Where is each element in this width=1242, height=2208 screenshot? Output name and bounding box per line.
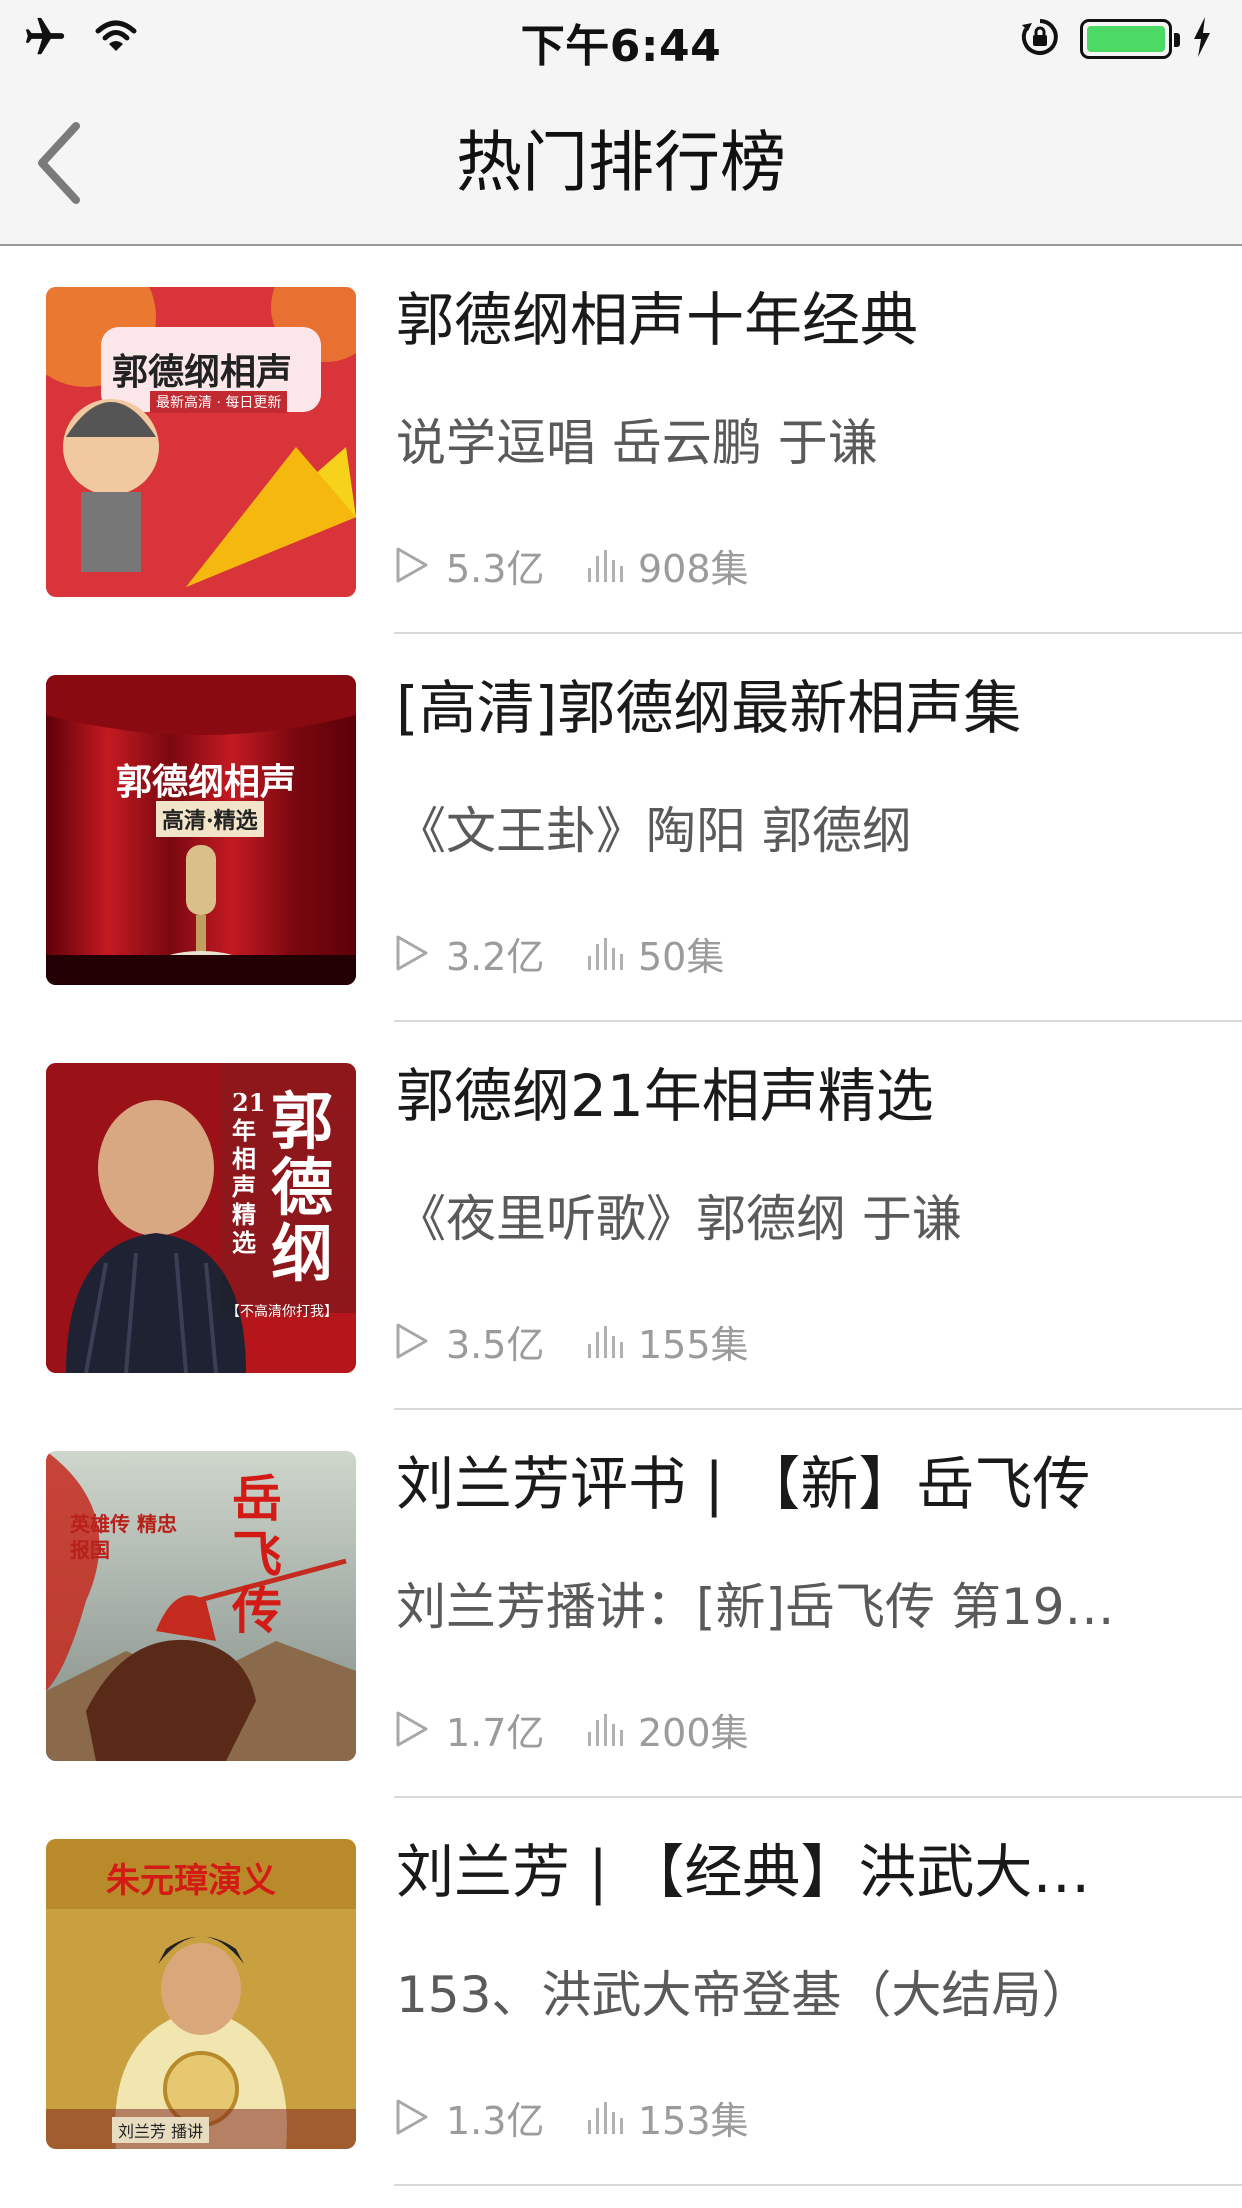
navigation-bar: 热门排行榜 bbox=[0, 80, 1242, 246]
cover-image: 郭德纲 21年相声精选 【不高清你打我】 bbox=[46, 1063, 356, 1373]
play-count: 1.7亿 bbox=[446, 1710, 545, 1755]
cover-image: 郭德纲相声 高清·精选 bbox=[46, 675, 356, 985]
item-meta: 3.5亿 155集 bbox=[394, 1316, 749, 1367]
item-title: 郭德纲相声十年经典 bbox=[396, 286, 919, 354]
episodes-icon bbox=[586, 1322, 626, 1360]
play-icon bbox=[394, 1322, 430, 1360]
list-item[interactable]: 朱元璋演义 刘兰芳 播讲 刘兰芳 | 【经典】洪武大… 153、洪武大帝登基（大… bbox=[0, 1798, 1242, 2186]
item-title: 刘兰芳评书 | 【新】岳飞传 bbox=[396, 1450, 1091, 1518]
episode-count: 50集 bbox=[638, 934, 725, 979]
status-bar: 下午6:44 bbox=[0, 0, 1242, 80]
episode-count: 153集 bbox=[638, 2098, 749, 2143]
episode-count: 200集 bbox=[638, 1710, 749, 1755]
item-subtitle: 《文王卦》陶阳 郭德纲 bbox=[396, 802, 912, 860]
episodes-icon bbox=[586, 2098, 626, 2136]
episodes-icon bbox=[586, 934, 626, 972]
item-meta: 3.2亿 50集 bbox=[394, 928, 725, 979]
list-item[interactable]: 郭德纲 21年相声精选 【不高清你打我】 郭德纲21年相声精选 《夜里听歌》郭德… bbox=[0, 1022, 1242, 1410]
rotation-lock-icon bbox=[1020, 17, 1060, 61]
play-count: 3.5亿 bbox=[446, 1322, 545, 1367]
battery-fill bbox=[1087, 26, 1165, 52]
divider bbox=[394, 2184, 1242, 2186]
list-item[interactable]: 郭德纲相声 最新高清 · 每日更新 郭德纲相声十年经典 说学逗唱 岳云鹏 于谦 … bbox=[0, 246, 1242, 634]
ranking-list: 郭德纲相声 最新高清 · 每日更新 郭德纲相声十年经典 说学逗唱 岳云鹏 于谦 … bbox=[0, 246, 1242, 2186]
item-title: [高清]郭德纲最新相声集 bbox=[396, 674, 1022, 742]
charging-bolt-icon bbox=[1192, 17, 1212, 61]
item-subtitle: 153、洪武大帝登基（大结局） bbox=[396, 1966, 1092, 2024]
play-count: 3.2亿 bbox=[446, 934, 545, 979]
play-icon bbox=[394, 546, 430, 584]
episode-count: 908集 bbox=[638, 546, 749, 591]
play-icon bbox=[394, 1710, 430, 1748]
episodes-icon bbox=[586, 546, 626, 584]
item-subtitle: 说学逗唱 岳云鹏 于谦 bbox=[396, 414, 878, 472]
play-icon bbox=[394, 934, 430, 972]
item-title: 刘兰芳 | 【经典】洪武大… bbox=[396, 1838, 1091, 1906]
item-subtitle: 《夜里听歌》郭德纲 于谦 bbox=[396, 1190, 962, 1248]
cover-image: 岳飞传 英雄传 精忠报国 bbox=[46, 1451, 356, 1761]
cover-image: 郭德纲相声 最新高清 · 每日更新 bbox=[46, 287, 356, 597]
play-count: 5.3亿 bbox=[446, 546, 545, 591]
item-meta: 1.7亿 200集 bbox=[394, 1704, 749, 1755]
episode-count: 155集 bbox=[638, 1322, 749, 1367]
play-count: 1.3亿 bbox=[446, 2098, 545, 2143]
item-meta: 5.3亿 908集 bbox=[394, 540, 749, 591]
battery-icon bbox=[1080, 19, 1180, 59]
play-icon bbox=[394, 2098, 430, 2136]
item-meta: 1.3亿 153集 bbox=[394, 2092, 749, 2143]
list-item[interactable]: 岳飞传 英雄传 精忠报国 刘兰芳评书 | 【新】岳飞传 刘兰芳播讲：[新]岳飞传… bbox=[0, 1410, 1242, 1798]
item-subtitle: 刘兰芳播讲：[新]岳飞传 第19… bbox=[396, 1578, 1115, 1636]
page-title: 热门排行榜 bbox=[456, 124, 786, 201]
episodes-icon bbox=[586, 1710, 626, 1748]
cover-image: 朱元璋演义 刘兰芳 播讲 bbox=[46, 1839, 356, 2149]
item-title: 郭德纲21年相声精选 bbox=[396, 1062, 934, 1130]
list-item[interactable]: 郭德纲相声 高清·精选 [高清]郭德纲最新相声集 《文王卦》陶阳 郭德纲 3.2… bbox=[0, 634, 1242, 1022]
